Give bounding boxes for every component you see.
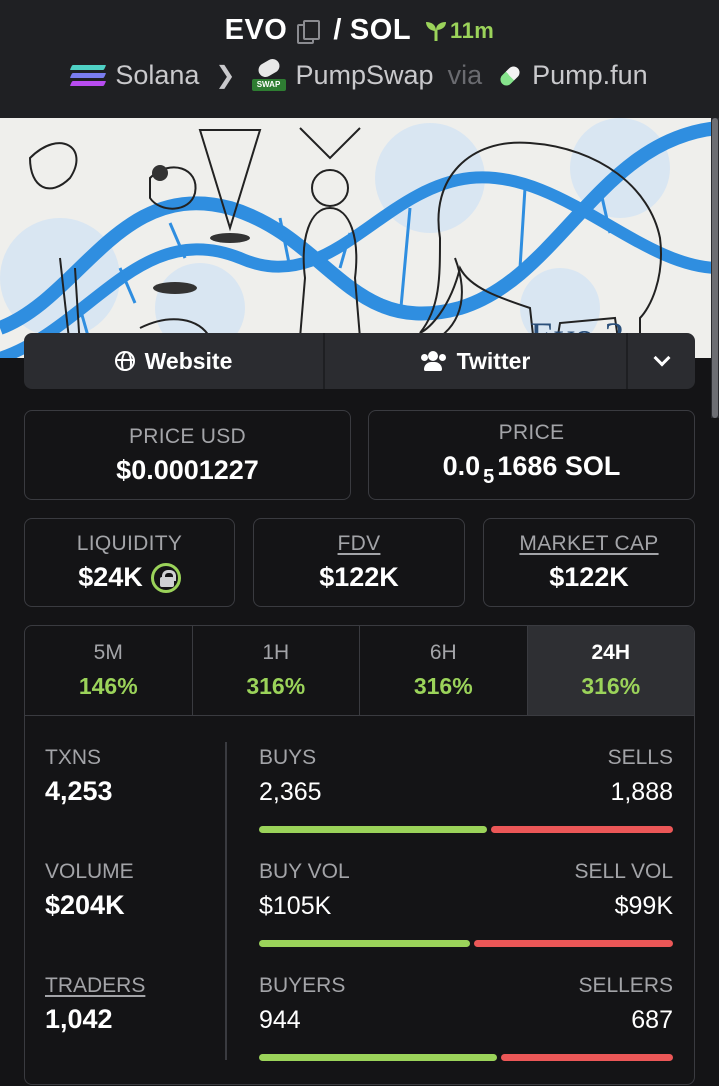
volume-split-row: BUY VOL SELL VOL $105K $99K: [259, 860, 673, 947]
period-change: 316%: [581, 673, 641, 699]
pumpfun-icon: [496, 63, 522, 89]
sellers-label: SELLERS: [578, 974, 673, 997]
token-symbol: EVO: [224, 14, 288, 46]
pair-separator: /: [333, 14, 342, 46]
tab-24h[interactable]: 24H 316%: [527, 626, 694, 715]
buys-sells-bar: [259, 826, 673, 833]
market-cap-label[interactable]: MARKET CAP: [519, 532, 658, 556]
breadcrumb-launchpad[interactable]: Pump.fun: [532, 60, 648, 91]
swap-badge-label: SWAP: [251, 78, 286, 91]
sell-vol-label: SELL VOL: [574, 860, 673, 883]
buyers-bar-fill: [259, 1054, 497, 1061]
liquidity-value: $24K: [78, 562, 143, 592]
liquidity-label: LIQUIDITY: [76, 532, 183, 555]
buy-vol-label: BUY VOL: [259, 860, 350, 883]
tab-5m[interactable]: 5M 146%: [25, 626, 193, 715]
sellers-value: 687: [631, 1006, 673, 1034]
period-label: 1H: [262, 641, 290, 664]
buyers-sellers-bar: [259, 1054, 673, 1061]
volume-value: $204K: [45, 890, 125, 920]
price-native-digits: 1686 SOL: [497, 451, 621, 481]
period-label: 24H: [591, 641, 631, 664]
market-cap-card: MARKET CAP $122K: [483, 518, 695, 607]
sell-vol-bar-fill: [474, 940, 673, 947]
more-links-button[interactable]: [628, 333, 695, 389]
price-native-zero-count: 5: [483, 466, 495, 488]
period-tabs: 5M 146% 1H 316% 6H 316% 24H 316%: [25, 626, 694, 716]
trade-stats: TXNS 4,253 VOLUME $204K TRADERS 1,042 BU…: [25, 718, 694, 1084]
pair-title: EVO / SOL 11m: [0, 14, 719, 47]
sells-label: SELLS: [607, 746, 673, 769]
globe-icon: [114, 351, 135, 371]
breadcrumb-chain[interactable]: Solana: [115, 60, 199, 91]
lock-icon[interactable]: [150, 562, 181, 593]
period-stats-panel: 5M 146% 1H 316% 6H 316% 24H 316% TXNS 4,…: [24, 625, 695, 1085]
buy-vol-bar-fill: [259, 940, 470, 947]
period-change: 146%: [78, 673, 138, 699]
sell-bar-fill: [491, 826, 673, 833]
buy-vol-value: $105K: [259, 892, 332, 920]
period-label: 6H: [429, 641, 457, 664]
buys-sells-row: BUYS SELLS 2,365 1,888: [259, 746, 673, 833]
copy-icon[interactable]: [297, 19, 321, 44]
breadcrumb-dex[interactable]: PumpSwap: [296, 60, 434, 91]
volume-stat: VOLUME $204K: [45, 860, 134, 921]
twitter-button[interactable]: Twitter: [325, 333, 628, 389]
social-links-bar: Website Twitter: [24, 333, 695, 389]
pair-header: EVO / SOL 11m Solana ❯ SWAP PumpSwap via…: [0, 0, 719, 118]
txns-stat: TXNS 4,253: [45, 746, 113, 807]
price-native-card: PRICE 0.0 5 1686 SOL: [368, 410, 695, 500]
sell-vol-value: $99K: [614, 892, 673, 920]
liquidity-card: LIQUIDITY $24K: [24, 518, 235, 607]
buyers-label: BUYERS: [259, 974, 346, 997]
buys-label: BUYS: [259, 746, 317, 769]
volume-label: VOLUME: [45, 860, 134, 883]
sprout-icon: [426, 21, 447, 41]
buyers-value: 944: [259, 1006, 301, 1034]
txns-value: 4,253: [45, 776, 113, 806]
buyers-sellers-row: BUYERS SELLERS 944 687: [259, 974, 673, 1061]
chevron-right-icon: ❯: [215, 62, 236, 89]
price-native-prefix: 0.0: [442, 451, 481, 481]
tab-6h[interactable]: 6H 316%: [360, 626, 528, 715]
price-usd-label: PRICE USD: [128, 424, 247, 448]
scrollbar-thumb[interactable]: [712, 118, 718, 418]
stats-divider: [225, 742, 227, 1060]
page-scrollbar[interactable]: [711, 118, 719, 418]
volume-split-bar: [259, 940, 673, 947]
traders-stat: TRADERS 1,042: [45, 974, 145, 1035]
breadcrumb: Solana ❯ SWAP PumpSwap via Pump.fun: [0, 55, 719, 91]
pumpswap-icon: SWAP: [251, 55, 286, 91]
pair-age-badge: 11m: [425, 18, 494, 44]
traders-value: 1,042: [45, 1004, 113, 1034]
market-cap-value: $122K: [549, 562, 629, 592]
twitter-label: Twitter: [456, 347, 531, 374]
fdv-value: $122K: [319, 562, 399, 592]
tab-1h[interactable]: 1H 316%: [193, 626, 360, 715]
price-native-label: PRICE: [498, 421, 565, 444]
period-change: 316%: [413, 673, 473, 699]
traders-label[interactable]: TRADERS: [45, 974, 145, 998]
via-label: via: [447, 60, 483, 90]
solana-icon: [70, 64, 107, 88]
price-usd-value: $0.0001227: [116, 454, 259, 485]
chevron-down-icon: [653, 349, 670, 367]
quote-symbol: SOL: [349, 14, 412, 46]
buy-bar-fill: [259, 826, 487, 833]
pair-age: 11m: [450, 17, 495, 43]
period-label: 5M: [93, 641, 123, 664]
fdv-card: FDV $122K: [253, 518, 465, 607]
buys-value: 2,365: [259, 778, 322, 806]
sells-value: 1,888: [610, 778, 673, 806]
users-icon: [420, 351, 447, 371]
website-label: Website: [144, 347, 233, 374]
period-change: 316%: [246, 673, 306, 699]
price-usd-card: PRICE USD $0.0001227: [24, 410, 351, 500]
fdv-label[interactable]: FDV: [338, 532, 381, 556]
sellers-bar-fill: [501, 1054, 673, 1061]
txns-label: TXNS: [45, 746, 102, 769]
token-banner-image: Evo 3: [0, 118, 719, 358]
website-button[interactable]: Website: [24, 333, 325, 389]
price-native-value: 0.0 5 1686 SOL: [443, 451, 621, 489]
